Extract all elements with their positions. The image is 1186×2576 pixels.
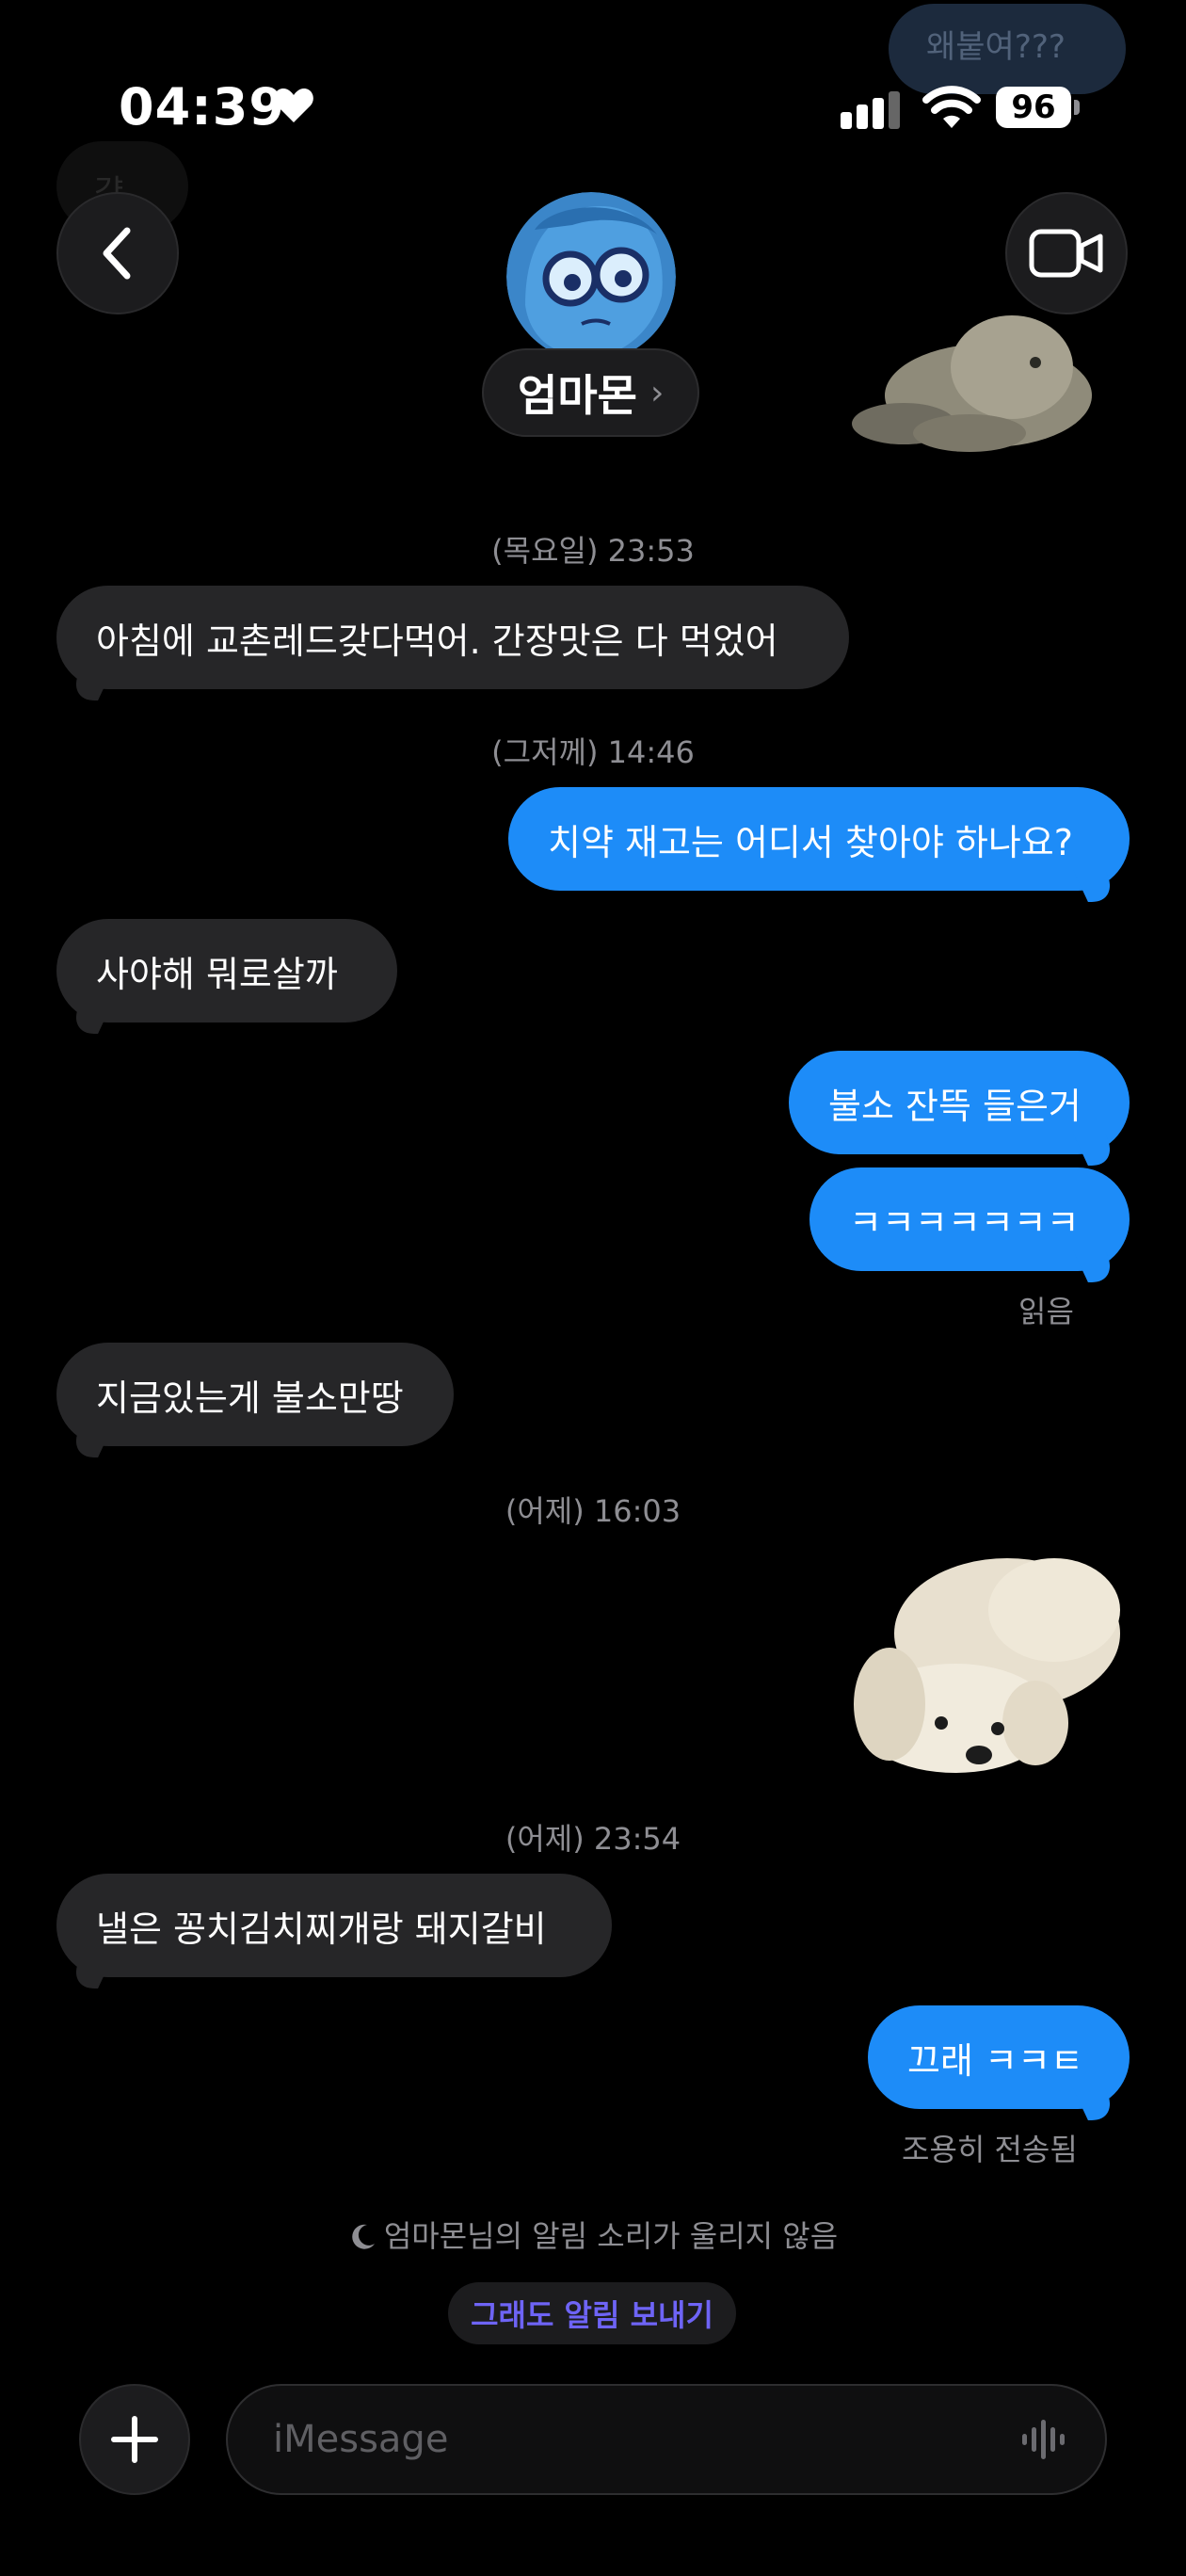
- timestamp: (목요일) 23:53: [491, 533, 695, 569]
- timestamp: (그저께) 14:46: [491, 734, 695, 770]
- contact-name: 엄마몬: [518, 370, 637, 421]
- message-text: 끄래 ㅋㅋㅌ: [907, 2039, 1083, 2082]
- message-input[interactable]: iMessage: [226, 2384, 1107, 2495]
- battery-level: 96: [996, 87, 1071, 128]
- contact-name-button[interactable]: 엄마몬 ›: [482, 348, 700, 437]
- chevron-left-icon: [103, 227, 131, 280]
- puppy-sticker-image[interactable]: [847, 1544, 1130, 1779]
- signal-strength-icon: [841, 91, 900, 129]
- read-receipt: 읽음: [1018, 1294, 1074, 1329]
- battery-indicator: 96: [996, 87, 1081, 128]
- moon-icon: [352, 2224, 375, 2249]
- avatar-character-image: [506, 192, 676, 362]
- audio-waveform-icon[interactable]: [1020, 2418, 1071, 2461]
- incoming-message-bubble[interactable]: 지금있는게 불소만땅: [56, 1343, 454, 1446]
- incoming-message-bubble[interactable]: 사야해 뭐로살까: [56, 919, 397, 1022]
- message-text: 불소 잔뜩 들은거: [828, 1085, 1082, 1127]
- timestamp: (어제) 16:03: [505, 1493, 681, 1529]
- avatar[interactable]: [506, 192, 676, 362]
- plus-icon: [111, 2416, 158, 2463]
- seal-sticker-image: [852, 315, 1092, 452]
- wifi-icon: [922, 86, 981, 128]
- focus-mode-notice: 엄마몬님의 알림 소리가 울리지 않음: [0, 2213, 1186, 2256]
- message-text: ㅋㅋㅋㅋㅋㅋㅋ: [849, 1201, 1080, 1244]
- previous-message-bubble: 왜붙여???: [889, 4, 1126, 94]
- heart-icon: [274, 89, 313, 122]
- message-text: 치약 재고는 어디서 찾아야 하나요?: [548, 821, 1073, 863]
- back-button[interactable]: [56, 192, 179, 314]
- add-attachment-button[interactable]: [79, 2384, 190, 2495]
- message-input-placeholder: iMessage: [273, 2418, 449, 2461]
- battery-tip: [1074, 100, 1080, 115]
- timestamp: (어제) 23:54: [505, 1821, 681, 1857]
- message-text: 아침에 교촌레드갖다먹어. 간장맛은 다 먹었어: [96, 620, 778, 662]
- status-time: 04:39: [119, 77, 285, 137]
- message-text: 사야해 뭐로살까: [96, 953, 338, 995]
- previous-message-text: 왜붙여???: [926, 28, 1066, 66]
- incoming-message-bubble[interactable]: 아침에 교촌레드갖다먹어. 간장맛은 다 먹었어: [56, 586, 849, 689]
- focus-mode-text: 엄마몬님의 알림 소리가 울리지 않음: [383, 2218, 839, 2254]
- outgoing-message-bubble[interactable]: 치약 재고는 어디서 찾아야 하나요?: [508, 787, 1130, 891]
- message-text: 지금있는게 불소만땅: [96, 1377, 404, 1419]
- outgoing-message-bubble[interactable]: 끄래 ㅋㅋㅌ: [868, 2005, 1130, 2109]
- chevron-right-icon: ›: [649, 373, 665, 412]
- outgoing-message-bubble[interactable]: ㅋㅋㅋㅋㅋㅋㅋ: [809, 1167, 1130, 1271]
- video-camera-icon: [1029, 229, 1103, 278]
- outgoing-message-bubble[interactable]: 불소 잔뜩 들은거: [789, 1051, 1130, 1154]
- notify-anyway-button[interactable]: 그래도 알림 보내기: [448, 2282, 736, 2344]
- incoming-message-bubble[interactable]: 낼은 꽁치김치찌개랑 돼지갈비: [56, 1874, 612, 1977]
- delivery-status: 조용히 전송됨: [902, 2132, 1078, 2167]
- message-text: 낼은 꽁치김치찌개랑 돼지갈비: [96, 1908, 547, 1950]
